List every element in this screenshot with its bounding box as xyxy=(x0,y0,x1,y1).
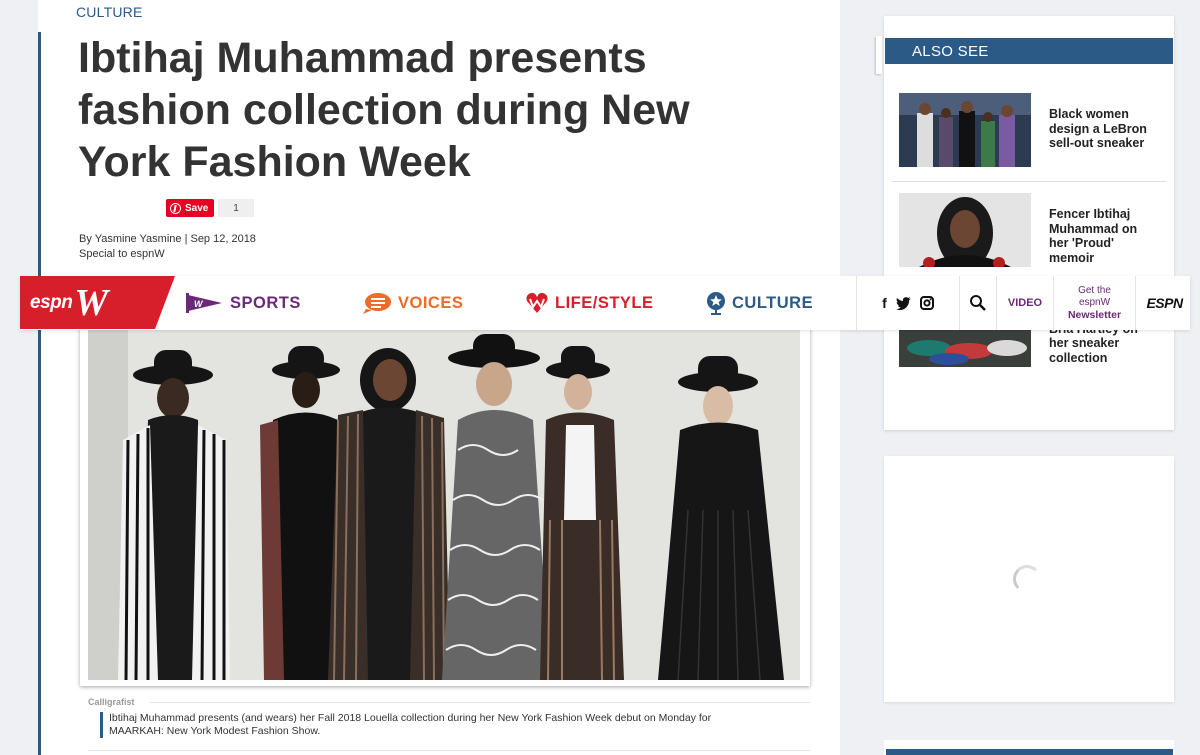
byline-source: Special to espnW xyxy=(79,248,165,260)
nav-culture-label: CULTURE xyxy=(732,293,814,312)
story-title[interactable]: Black women design a LeBron sell-out sne… xyxy=(1049,107,1149,151)
espnw-logo-w: W xyxy=(74,281,109,324)
photo-caption: Ibtihaj Muhammad presents (and wears) he… xyxy=(100,712,750,738)
svg-text:W: W xyxy=(194,299,204,309)
article-headline: Ibtihaj Muhammad presents fashion collec… xyxy=(78,34,690,186)
sidebar-next-heading-bar xyxy=(886,749,1173,755)
ibtihaj-portrait-photo xyxy=(899,193,1031,267)
article-accent-rule xyxy=(38,32,41,755)
speech-bubble-icon xyxy=(363,293,391,314)
byline-author-date: By Yasmine Yasmine | Sep 12, 2018 xyxy=(79,233,256,245)
save-count: 1 xyxy=(218,199,254,217)
newsletter-line-3: Newsletter xyxy=(1067,309,1122,321)
story-title[interactable]: Fencer Ibtihaj Muhammad on her 'Proud' m… xyxy=(1049,207,1149,265)
instagram-icon[interactable] xyxy=(919,296,934,310)
facebook-icon[interactable]: f xyxy=(882,295,887,311)
pennant-icon: W xyxy=(186,293,222,313)
espnw-nav-bar: espn W W SPORTS VOICES LIFE/STYLE CULTUR… xyxy=(20,276,1190,330)
newsletter-link[interactable]: Get the espnW Newsletter xyxy=(1053,276,1135,330)
pinterest-icon xyxy=(170,202,181,214)
search-icon xyxy=(970,295,986,311)
nav-voices-label: VOICES xyxy=(398,293,464,312)
story-thumbnail[interactable] xyxy=(899,93,1031,167)
loading-spinner-icon xyxy=(1013,565,1041,593)
espnw-logo[interactable]: espn W xyxy=(20,276,175,329)
nav-lifestyle-label: LIFE/STYLE xyxy=(555,293,654,312)
nav-voices[interactable]: VOICES xyxy=(360,290,463,316)
hero-photo[interactable] xyxy=(88,330,800,680)
save-label: Save xyxy=(185,202,209,214)
social-links: f xyxy=(856,276,959,330)
pinterest-save-button[interactable]: Save xyxy=(166,199,215,217)
heart-w-icon xyxy=(526,292,548,313)
espnw-logo-text: espn xyxy=(30,291,73,313)
ad-placeholder xyxy=(884,456,1174,702)
video-link[interactable]: VIDEO xyxy=(996,276,1053,330)
caption-divider xyxy=(88,750,810,751)
nav-culture[interactable]: CULTURE xyxy=(706,290,813,316)
nav-lifestyle[interactable]: LIFE/STYLE xyxy=(525,290,654,316)
runway-models-illustration xyxy=(88,330,800,680)
byline: By Yasmine Yasmine | Sep 12, 2018 Specia… xyxy=(79,232,256,262)
newsletter-line-2: espnW xyxy=(1078,297,1111,308)
story-divider xyxy=(892,181,1166,182)
photo-credit: Calligrafist xyxy=(88,697,135,707)
hero-photo-frame xyxy=(80,322,810,686)
nav-sports[interactable]: W SPORTS xyxy=(186,290,301,316)
newsletter-line-1: Get the xyxy=(1078,285,1111,296)
globe-star-icon xyxy=(707,292,725,315)
nav-utilities: f VIDEO Get the espnW Newsletter ESPN xyxy=(856,276,1193,330)
also-see-heading: ALSO SEE xyxy=(885,38,1173,64)
twitter-icon[interactable] xyxy=(895,296,911,310)
sneaker-designers-photo xyxy=(899,93,1031,167)
also-see-sidebar: ALSO SEE Black women design a LeBron sel… xyxy=(884,16,1174,430)
espn-logo-link[interactable]: ESPN xyxy=(1135,276,1193,330)
nav-sports-label: SPORTS xyxy=(230,293,301,312)
story-thumbnail[interactable] xyxy=(899,193,1031,267)
heading-tab-shadow xyxy=(876,36,882,74)
section-kicker[interactable]: CULTURE xyxy=(76,4,142,20)
credit-divider xyxy=(150,702,810,703)
search-button[interactable] xyxy=(959,276,996,330)
